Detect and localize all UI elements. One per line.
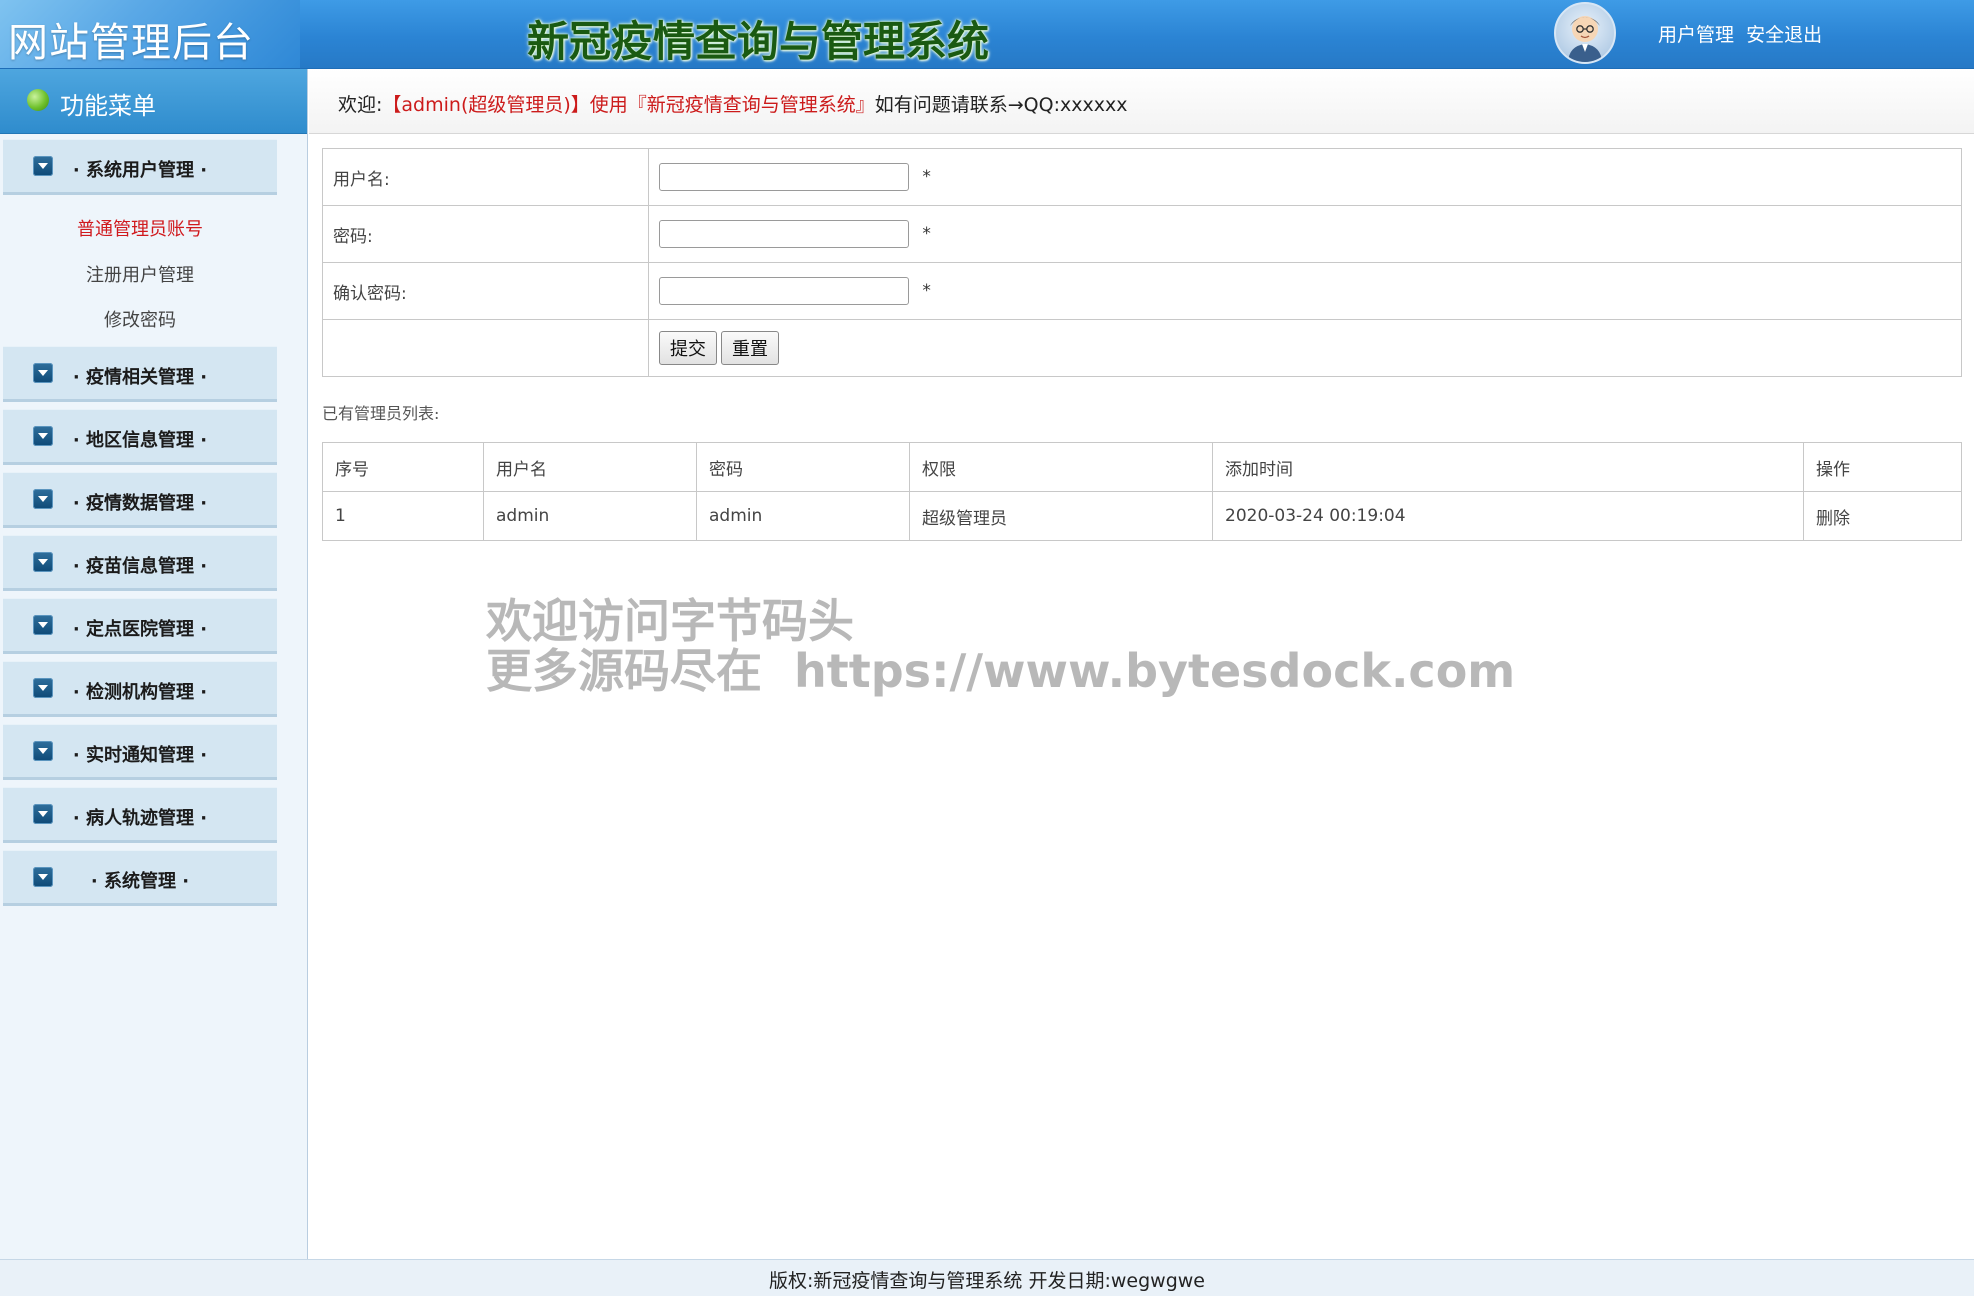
sidebar-group-epidemic-data[interactable]: · 疫情数据管理 · [3, 472, 277, 528]
required-mark: * [922, 224, 931, 244]
header-links: 用户管理 安全退出 [1658, 20, 1828, 47]
actions-cell: 提交 重置 [648, 319, 1962, 377]
sidebar-group-system[interactable]: · 系统管理 · [3, 850, 277, 906]
welcome-contact: 如有问题请联系→QQ:xxxxxx [874, 94, 1128, 116]
welcome-user: 【admin(超级管理员)】使用『新冠疫情查询与管理系统』 [382, 94, 875, 116]
confirm-password-label: 确认密码: [322, 262, 649, 320]
menu-header: 功能菜单 [0, 69, 307, 134]
col-added-time: 添加时间 [1212, 442, 1804, 492]
sidebar-group-label: · 定点医院管理 · [72, 619, 208, 640]
copyright-text: 版权:新冠疫情查询与管理系统 开发日期:wegwgwe [769, 1270, 1205, 1292]
sidebar-group-label: · 疫苗信息管理 · [72, 556, 208, 577]
sidebar-item-change-password[interactable]: 修改密码 [0, 306, 280, 332]
col-action: 操作 [1803, 442, 1962, 492]
col-permission: 权限 [909, 442, 1213, 492]
submit-button[interactable]: 提交 [659, 331, 717, 365]
sidebar-group-notice[interactable]: · 实时通知管理 · [3, 724, 277, 780]
sidebar-group-vaccine[interactable]: · 疫苗信息管理 · [3, 535, 277, 591]
watermark: 欢迎访问字节码头 更多源码尽在 https://www.bytesdock.co… [486, 596, 1515, 696]
sidebar-group-hospital[interactable]: · 定点医院管理 · [3, 598, 277, 654]
system-title: 新冠疫情查询与管理系统 [527, 17, 990, 66]
welcome-text: 欢迎:【admin(超级管理员)】使用『新冠疫情查询与管理系统』如有问题请联系→… [338, 90, 1127, 117]
sidebar: 功能菜单 · 系统用户管理 · 普通管理员账号 注册用户管理 修改密码 · 疫情… [0, 69, 308, 1259]
col-username: 用户名 [483, 442, 697, 492]
table-row: 1 admin admin 超级管理员 2020-03-24 00:19:04 … [322, 491, 1962, 541]
cell-added-time: 2020-03-24 00:19:04 [1212, 491, 1804, 541]
password-label: 密码: [322, 205, 649, 263]
password-cell: * [648, 205, 1962, 263]
sidebar-item-registered-users[interactable]: 注册用户管理 [0, 261, 280, 287]
sidebar-group-label: · 检测机构管理 · [72, 682, 208, 703]
form-row-confirm: 确认密码: * [322, 262, 1962, 320]
username-cell: * [648, 148, 1962, 206]
menu-title: 功能菜单 [60, 92, 156, 120]
add-admin-form: 用户名: * 密码: * 确认密码: * 提交 重置 [322, 148, 1962, 377]
admin-table: 序号 用户名 密码 权限 添加时间 操作 1 admin admin 超级管理员… [322, 442, 1962, 541]
confirm-password-input[interactable] [659, 277, 909, 305]
cell-username: admin [483, 491, 697, 541]
form-row-password: 密码: * [322, 205, 1962, 263]
cell-password: admin [696, 491, 910, 541]
username-label: 用户名: [322, 148, 649, 206]
sidebar-group-label: · 实时通知管理 · [72, 745, 208, 766]
watermark-line-2: 更多源码尽在 https://www.bytesdock.com [486, 644, 1516, 698]
top-header: 网站管理后台 新冠疫情查询与管理系统 用户管理 安全退出 [0, 0, 1974, 69]
table-header-row: 序号 用户名 密码 权限 添加时间 操作 [322, 442, 1962, 492]
welcome-prefix: 欢迎: [338, 94, 383, 116]
footer: 版权:新冠疫情查询与管理系统 开发日期:wegwgwe [0, 1259, 1974, 1296]
sidebar-group-testing[interactable]: · 检测机构管理 · [3, 661, 277, 717]
col-password: 密码 [696, 442, 910, 492]
sidebar-group-label: · 疫情数据管理 · [72, 493, 208, 514]
col-index: 序号 [322, 442, 484, 492]
password-input[interactable] [659, 220, 909, 248]
sidebar-group-label: · 地区信息管理 · [72, 430, 208, 451]
sidebar-item-admin-accounts[interactable]: 普通管理员账号 [0, 215, 280, 241]
sidebar-group-label: · 系统管理 · [90, 871, 190, 892]
user-management-link[interactable]: 用户管理 [1658, 24, 1734, 46]
cell-index: 1 [322, 491, 484, 541]
welcome-bar: 欢迎:【admin(超级管理员)】使用『新冠疫情查询与管理系统』如有问题请联系→… [309, 69, 1974, 134]
sidebar-group-system-users[interactable]: · 系统用户管理 · [3, 139, 277, 195]
admin-list-caption: 已有管理员列表: [322, 404, 440, 423]
confirm-password-cell: * [648, 262, 1962, 320]
avatar-icon [1568, 16, 1602, 62]
form-row-actions: 提交 重置 [322, 319, 1962, 377]
required-mark: * [922, 281, 931, 301]
avatar [1554, 2, 1616, 64]
logo-area: 网站管理后台 [0, 0, 300, 68]
site-logo: 网站管理后台 [8, 20, 254, 66]
sidebar-group-label: · 病人轨迹管理 · [72, 808, 208, 829]
sidebar-group-region[interactable]: · 地区信息管理 · [3, 409, 277, 465]
sidebar-group-patient-track[interactable]: · 病人轨迹管理 · [3, 787, 277, 843]
sidebar-group-label: · 疫情相关管理 · [72, 367, 208, 388]
cell-permission: 超级管理员 [909, 491, 1213, 541]
logout-link[interactable]: 安全退出 [1746, 24, 1822, 46]
sidebar-group-epidemic[interactable]: · 疫情相关管理 · [3, 346, 277, 402]
watermark-line-1: 欢迎访问字节码头 [486, 594, 854, 648]
form-row-username: 用户名: * [322, 148, 1962, 206]
required-mark: * [922, 167, 931, 187]
empty-cell [322, 319, 649, 377]
username-input[interactable] [659, 163, 909, 191]
delete-link[interactable]: 删除 [1803, 491, 1962, 541]
cube-icon [27, 89, 49, 111]
sidebar-group-label: · 系统用户管理 · [72, 160, 208, 181]
reset-button[interactable]: 重置 [721, 331, 779, 365]
